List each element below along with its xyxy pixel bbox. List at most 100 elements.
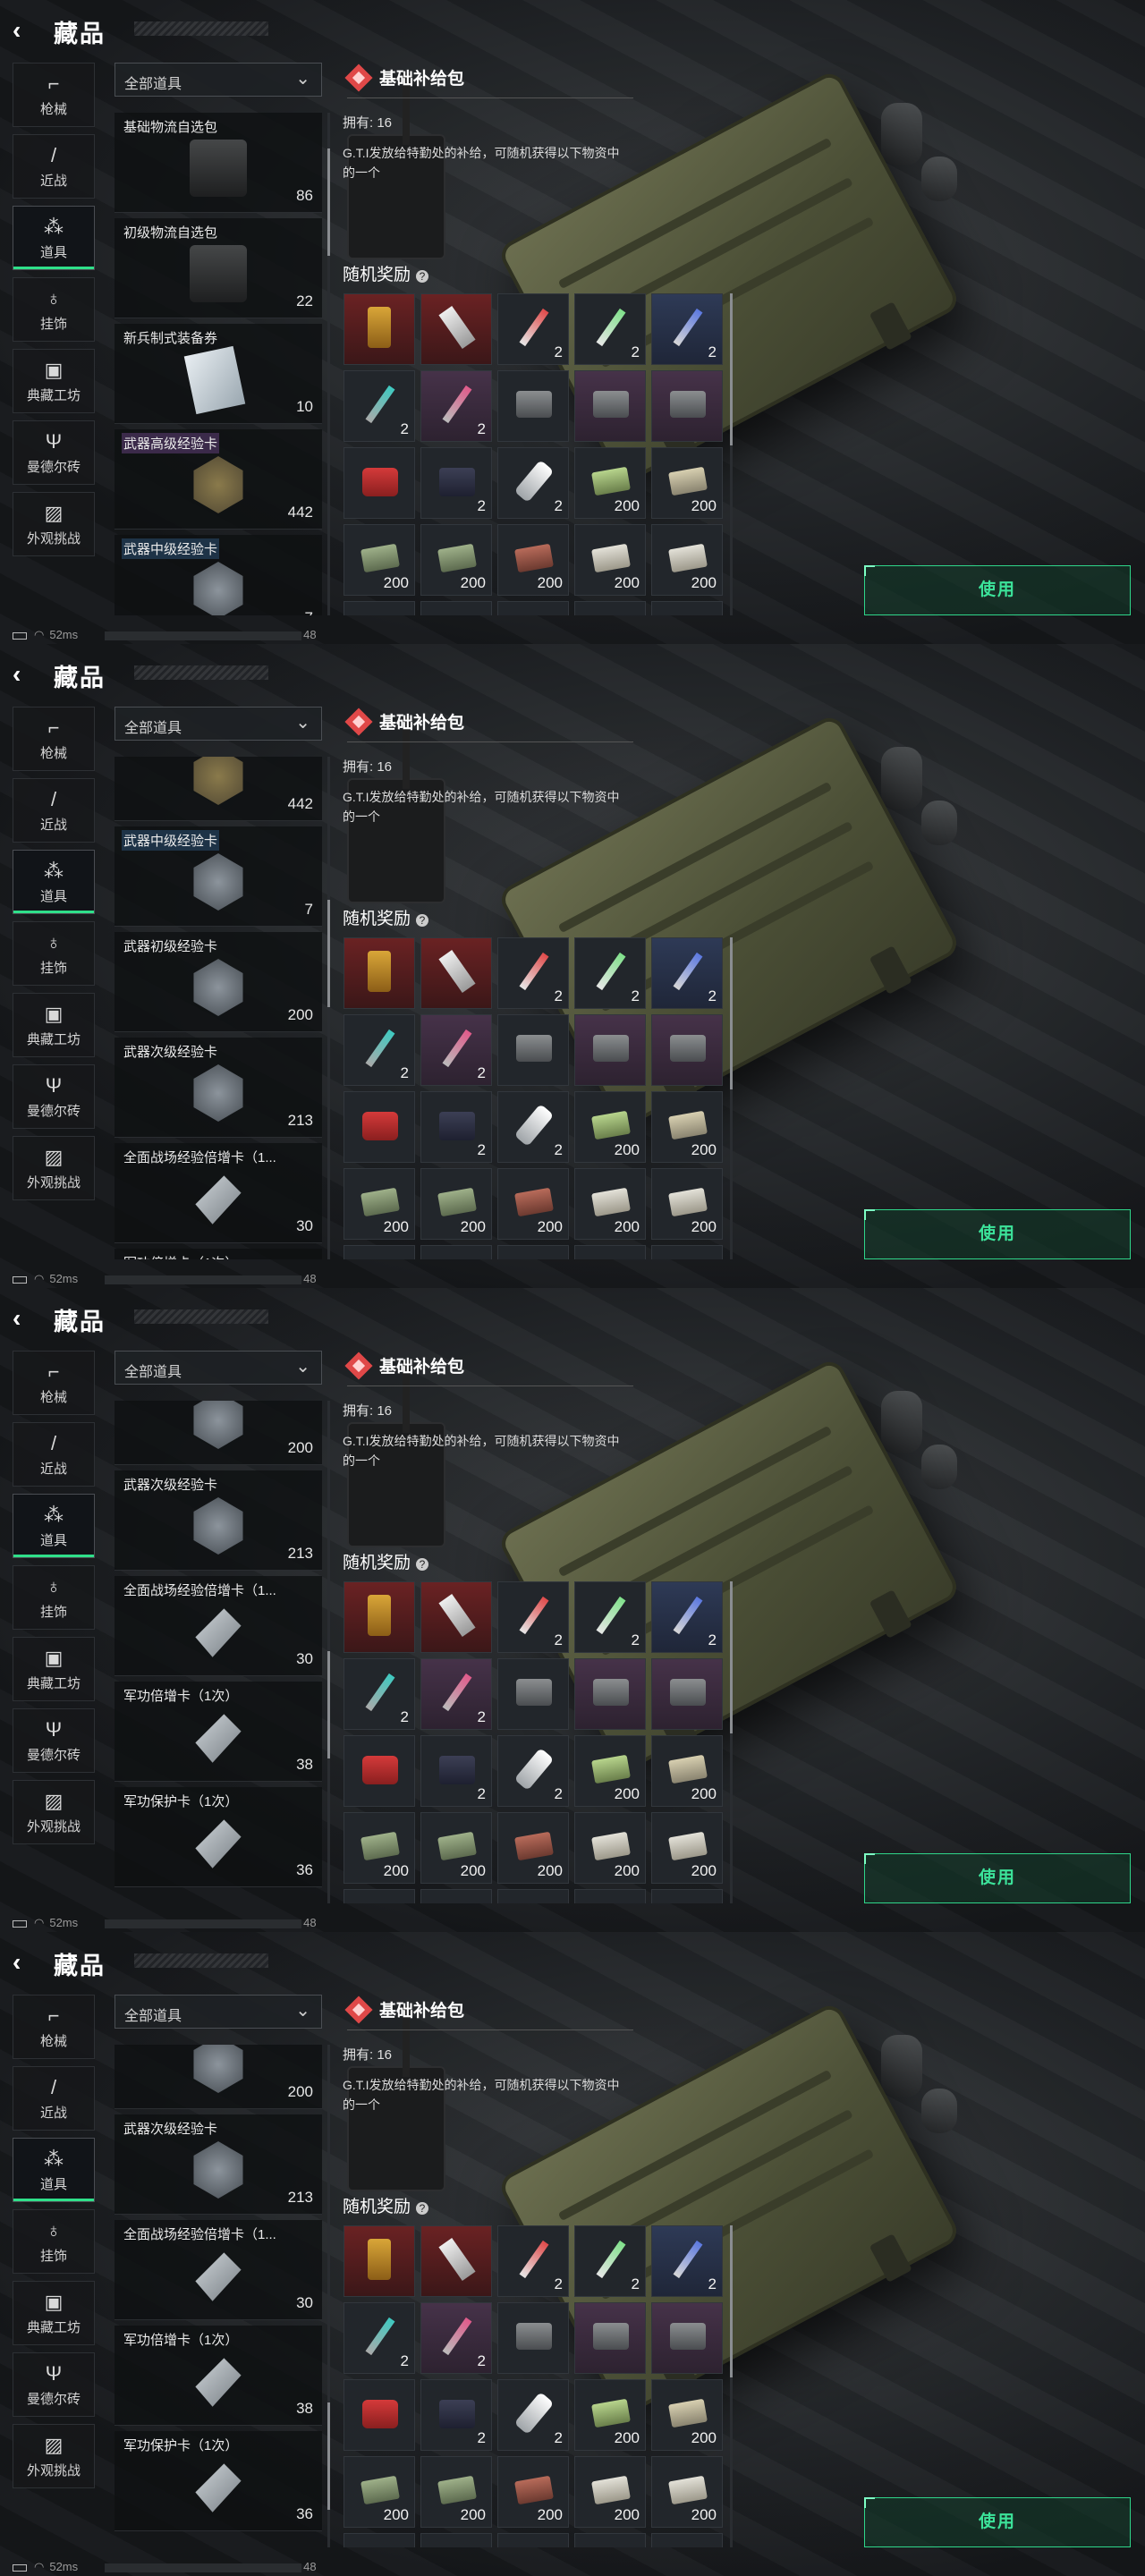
nav-item[interactable]: Ψ 曼德尔砖	[13, 1708, 95, 1773]
nav-item[interactable]: Ψ 曼德尔砖	[13, 2352, 95, 2417]
list-scroll-thumb[interactable]	[327, 2402, 330, 2510]
reward-cell[interactable]	[420, 1245, 492, 1259]
nav-item[interactable]: ▨ 外观挑战	[13, 492, 95, 556]
reward-cell[interactable]: 2	[420, 1658, 492, 1730]
reward-cell[interactable]: 200	[651, 2379, 723, 2451]
nav-item[interactable]: ⁂ 道具	[13, 1494, 95, 1558]
nav-item[interactable]: ♁ 挂饰	[13, 2209, 95, 2274]
nav-item[interactable]: ⌐ 枪械	[13, 1351, 95, 1415]
reward-cell[interactable]	[497, 370, 569, 442]
reward-cell[interactable]	[651, 1245, 723, 1259]
nav-item[interactable]: ▣ 典藏工坊	[13, 2281, 95, 2345]
reward-cell[interactable]: 2	[420, 2302, 492, 2374]
reward-grid[interactable]: 2 2 2 2 2 2 2 200 200 200 200 200 200 200	[344, 937, 725, 1259]
nav-item[interactable]: ⌐ 枪械	[13, 63, 95, 127]
reward-cell[interactable]: 200	[344, 524, 415, 596]
reward-cell[interactable]: 200	[420, 2456, 492, 2528]
reward-scroll-thumb[interactable]	[730, 293, 733, 445]
nav-item[interactable]: ⁂ 道具	[13, 850, 95, 914]
reward-cell[interactable]	[344, 2225, 415, 2297]
reward-cell[interactable]: 2	[651, 293, 723, 365]
reward-cell[interactable]: 2	[497, 1735, 569, 1807]
nav-item[interactable]: ▨ 外观挑战	[13, 1136, 95, 1200]
list-item[interactable]: 武器初级经验卡 200	[114, 932, 322, 1032]
list-item[interactable]: 武器高级经验卡442	[114, 429, 322, 530]
reward-cell[interactable]: 200	[497, 1168, 569, 1240]
reward-cell[interactable]	[497, 1658, 569, 1730]
nav-item[interactable]: Ψ 曼德尔砖	[13, 420, 95, 485]
reward-cell[interactable]	[344, 2533, 415, 2547]
reward-cell[interactable]: 2	[497, 1091, 569, 1163]
reward-scrollbar[interactable]	[730, 937, 733, 1259]
item-list[interactable]: 武器高级经验卡442 武器中级经验卡 7 武器初级经验卡 200 武器次级经验卡 213 全面…	[114, 757, 322, 1259]
reward-cell[interactable]: 200	[574, 2379, 646, 2451]
reward-cell[interactable]: 2	[344, 1658, 415, 1730]
reward-cell[interactable]: 2	[574, 1581, 646, 1653]
reward-cell[interactable]: 200	[651, 2456, 723, 2528]
nav-item[interactable]: ▨ 外观挑战	[13, 2424, 95, 2488]
list-item[interactable]: 初级物流自选包 22	[114, 218, 322, 318]
filter-dropdown[interactable]: 全部道具 ⌄	[114, 707, 322, 741]
back-arrow-icon[interactable]: ‹	[13, 1948, 21, 1977]
list-item[interactable]: 武器高级经验卡442	[114, 757, 322, 821]
help-icon[interactable]: ?	[416, 270, 429, 283]
nav-item[interactable]: / 近战	[13, 2066, 95, 2131]
reward-cell[interactable]	[574, 1245, 646, 1259]
list-item[interactable]: 军功倍增卡（1次） 38	[114, 1682, 322, 1782]
reward-cell[interactable]	[344, 293, 415, 365]
reward-cell[interactable]	[574, 1889, 646, 1903]
reward-cell[interactable]	[344, 937, 415, 1009]
reward-cell[interactable]: 2	[651, 1581, 723, 1653]
list-item[interactable]: 武器次级经验卡 213	[114, 1470, 322, 1571]
reward-cell[interactable]	[344, 1889, 415, 1903]
reward-cell[interactable]: 200	[574, 447, 646, 519]
nav-item[interactable]: ⌐ 枪械	[13, 1995, 95, 2059]
list-scroll-thumb[interactable]	[327, 1651, 330, 1758]
list-scrollbar[interactable]	[327, 1401, 330, 1903]
reward-cell[interactable]: 200	[420, 524, 492, 596]
reward-cell[interactable]	[420, 1889, 492, 1903]
reward-cell[interactable]: 200	[420, 1812, 492, 1884]
list-item[interactable]: 武器次级经验卡 213	[114, 2114, 322, 2215]
use-button[interactable]: 使用	[864, 2497, 1131, 2547]
list-item[interactable]: 基础物流自选包 86	[114, 113, 322, 213]
nav-item[interactable]: / 近战	[13, 1422, 95, 1487]
reward-cell[interactable]: 200	[420, 1168, 492, 1240]
reward-cell[interactable]: 2	[497, 2379, 569, 2451]
reward-cell[interactable]: 200	[574, 1168, 646, 1240]
reward-cell[interactable]: 2	[344, 370, 415, 442]
reward-cell[interactable]: 200	[344, 1812, 415, 1884]
reward-cell[interactable]	[651, 1889, 723, 1903]
reward-cell[interactable]: 2	[344, 2302, 415, 2374]
reward-cell[interactable]: 200	[574, 524, 646, 596]
reward-cell[interactable]	[344, 2379, 415, 2451]
reward-cell[interactable]: 200	[497, 2456, 569, 2528]
nav-item[interactable]: ▣ 典藏工坊	[13, 993, 95, 1057]
reward-cell[interactable]: 200	[574, 1735, 646, 1807]
help-icon[interactable]: ?	[416, 2202, 429, 2215]
reward-scrollbar[interactable]	[730, 1581, 733, 1903]
nav-item[interactable]: ⁂ 道具	[13, 206, 95, 270]
reward-cell[interactable]	[420, 2533, 492, 2547]
reward-cell[interactable]: 2	[497, 293, 569, 365]
nav-item[interactable]: / 近战	[13, 134, 95, 199]
reward-cell[interactable]	[497, 2533, 569, 2547]
nav-item[interactable]: ⌐ 枪械	[13, 707, 95, 771]
reward-cell[interactable]: 2	[651, 2225, 723, 2297]
reward-cell[interactable]	[651, 601, 723, 615]
filter-dropdown[interactable]: 全部道具 ⌄	[114, 63, 322, 97]
reward-cell[interactable]	[574, 2533, 646, 2547]
use-button[interactable]: 使用	[864, 1209, 1131, 1259]
reward-cell[interactable]	[651, 1658, 723, 1730]
filter-dropdown[interactable]: 全部道具 ⌄	[114, 1995, 322, 2029]
list-item[interactable]: 武器中级经验卡 7	[114, 535, 322, 615]
item-list[interactable]: 武器初级经验卡200 武器次级经验卡 213 全面战场经验倍增卡（1... 30 军功倍增…	[114, 1401, 322, 1903]
reward-cell[interactable]: 2	[497, 2225, 569, 2297]
use-button[interactable]: 使用	[864, 1853, 1131, 1903]
reward-scroll-thumb[interactable]	[730, 2225, 733, 2377]
nav-item[interactable]: ▨ 外观挑战	[13, 1780, 95, 1844]
reward-cell[interactable]: 2	[420, 1735, 492, 1807]
reward-cell[interactable]: 2	[651, 937, 723, 1009]
reward-cell[interactable]	[344, 601, 415, 615]
back-arrow-icon[interactable]: ‹	[13, 660, 21, 689]
